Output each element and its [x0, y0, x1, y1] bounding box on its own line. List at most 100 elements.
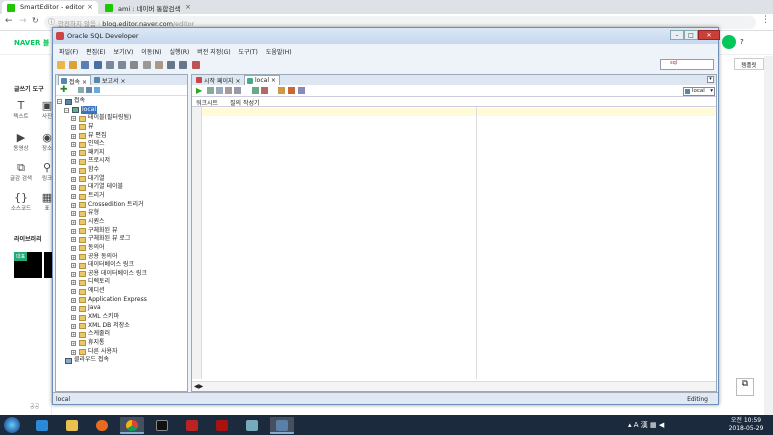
tab-local[interactable]: local × [244, 75, 280, 85]
start-button[interactable] [4, 417, 20, 433]
expand-icon[interactable]: + [71, 280, 76, 286]
forward-icon[interactable] [179, 61, 188, 69]
save-all-icon[interactable] [93, 61, 102, 69]
tree-node[interactable]: + 트리거 [56, 192, 187, 201]
close-icon[interactable]: × [120, 78, 125, 85]
scroll-arrows-icon[interactable]: ◀▶ [194, 383, 203, 390]
library-thumbnail[interactable]: 대표 [14, 252, 42, 278]
menu-view[interactable]: 보기(V) [114, 49, 134, 56]
publish-button[interactable] [722, 35, 736, 49]
tree-node[interactable]: + Crossedition 트리거 [56, 201, 187, 210]
menu-tools[interactable]: 도구(T) [239, 49, 258, 56]
close-icon[interactable]: ✕ [698, 30, 720, 40]
tree-node[interactable]: + 공용 데이터베이스 링크 [56, 270, 187, 279]
tree-node[interactable]: + Application Express [56, 296, 187, 305]
naver-logo[interactable]: NAVER 블 [14, 38, 49, 48]
close-icon[interactable]: × [271, 77, 276, 84]
maximize-icon[interactable]: □ [684, 30, 698, 40]
taskbar-ie[interactable] [30, 417, 54, 434]
browser-tab-search[interactable]: ami : 네이버 통합검색 × [100, 1, 196, 14]
redo-icon[interactable] [118, 61, 127, 69]
expand-icon[interactable]: + [71, 150, 76, 156]
tree-root-connections[interactable]: − 접속 [56, 97, 187, 106]
db-icon[interactable] [191, 61, 200, 69]
commit-icon[interactable] [216, 87, 223, 94]
tree-node[interactable]: + 휴지통 [56, 339, 187, 348]
tool-video[interactable]: ▶ 동영상 [8, 132, 34, 153]
menu-file[interactable]: 파일(F) [59, 49, 78, 56]
taskbar-filezilla[interactable] [180, 417, 204, 434]
tree-node[interactable]: + 다른 사용자 [56, 348, 187, 357]
tab-start-page[interactable]: 시작 페이지 × [194, 75, 243, 85]
browser-tab-smarteditor[interactable]: SmartEditor - editor × [2, 1, 98, 14]
tree-node[interactable]: + 인덱스 [56, 140, 187, 149]
tree-node[interactable]: + 디렉토리 [56, 278, 187, 287]
taskbar-acrobat[interactable] [210, 417, 234, 434]
menu-run[interactable]: 실행(R) [169, 49, 189, 56]
filter-icon[interactable] [86, 87, 92, 93]
expand-icon[interactable]: + [71, 116, 76, 122]
expand-icon[interactable]: + [71, 124, 76, 130]
close-icon[interactable]: × [235, 78, 240, 85]
expand-icon[interactable]: + [71, 349, 76, 355]
tool-text[interactable]: T 텍스트 [8, 100, 34, 121]
expand-icon[interactable]: + [71, 142, 76, 148]
connection-select[interactable]: local ▾ [683, 87, 715, 96]
expand-icon[interactable]: + [71, 202, 76, 208]
tree-node[interactable]: + 뷰 편집 [56, 132, 187, 141]
tree-node[interactable]: + 프로시저 [56, 157, 187, 166]
add-connection-icon[interactable]: ✚ [60, 85, 68, 95]
tree-node[interactable]: + 스케줄러 [56, 330, 187, 339]
menu-help[interactable]: 도움말(H) [266, 49, 292, 56]
page-scrollbar[interactable] [764, 56, 773, 416]
tab-list-icon[interactable]: ▾ [707, 76, 714, 83]
tree-connection-local[interactable]: − local [56, 105, 187, 115]
tree-node[interactable]: + 유형 [56, 209, 187, 218]
tree-node[interactable]: + 에디션 [56, 287, 187, 296]
schema-browser-icon[interactable] [94, 87, 100, 93]
side-panel-icon[interactable]: ⧉ [736, 378, 754, 396]
tree-node[interactable]: + XML DB 저장소 [56, 322, 187, 331]
expand-icon[interactable]: + [71, 263, 76, 269]
search-input[interactable]: sql [660, 59, 714, 70]
close-icon[interactable]: × [185, 3, 191, 11]
tree-node[interactable]: + 구체화된 뷰 로그 [56, 235, 187, 244]
back-icon[interactable] [167, 61, 176, 69]
case-icon[interactable] [298, 87, 305, 94]
expand-icon[interactable]: + [71, 340, 76, 346]
tree-node[interactable]: + 데이터베이스 링크 [56, 261, 187, 270]
expand-icon[interactable]: + [71, 315, 76, 321]
close-icon[interactable]: × [87, 3, 93, 11]
expand-icon[interactable]: + [71, 306, 76, 312]
tool-material-search[interactable]: ⧉ 글감 검색 [8, 162, 34, 183]
expand-icon[interactable]: + [71, 176, 76, 182]
explain-plan-icon[interactable] [234, 87, 241, 94]
library-thumbnail[interactable] [44, 252, 52, 278]
tree-node[interactable]: + 동의어 [56, 244, 187, 253]
expand-icon[interactable]: + [71, 185, 76, 191]
clear-icon[interactable] [261, 87, 268, 94]
open-icon[interactable] [69, 61, 78, 69]
cut-icon[interactable] [130, 61, 139, 69]
expand-icon[interactable]: + [71, 254, 76, 260]
template-button[interactable]: 템플릿 [734, 58, 764, 70]
expand-icon[interactable]: + [71, 245, 76, 251]
copy-icon[interactable] [142, 61, 151, 69]
ime-indicator[interactable]: A 漢 [634, 421, 648, 429]
expand-icon[interactable]: + [71, 211, 76, 217]
tree-node[interactable]: + 패키지 [56, 149, 187, 158]
new-icon[interactable] [57, 61, 65, 69]
sql-editor[interactable] [192, 107, 716, 379]
info-icon[interactable]: ⓘ [48, 17, 55, 27]
menu-versioning[interactable]: 버전 지정(G) [197, 49, 230, 56]
tab-worksheet[interactable]: 워크시트 [196, 98, 218, 107]
tab-reports[interactable]: 보고서 × [92, 75, 129, 85]
format-icon[interactable] [288, 87, 295, 94]
autotrace-icon[interactable] [252, 87, 259, 94]
menu-edit[interactable]: 편집(E) [86, 49, 106, 56]
tree-node[interactable]: + 뷰 [56, 123, 187, 132]
expand-icon[interactable]: + [71, 219, 76, 225]
tree-node[interactable]: + XML 스키마 [56, 313, 187, 322]
taskbar-media[interactable] [90, 417, 114, 434]
expand-icon[interactable]: + [71, 297, 76, 303]
